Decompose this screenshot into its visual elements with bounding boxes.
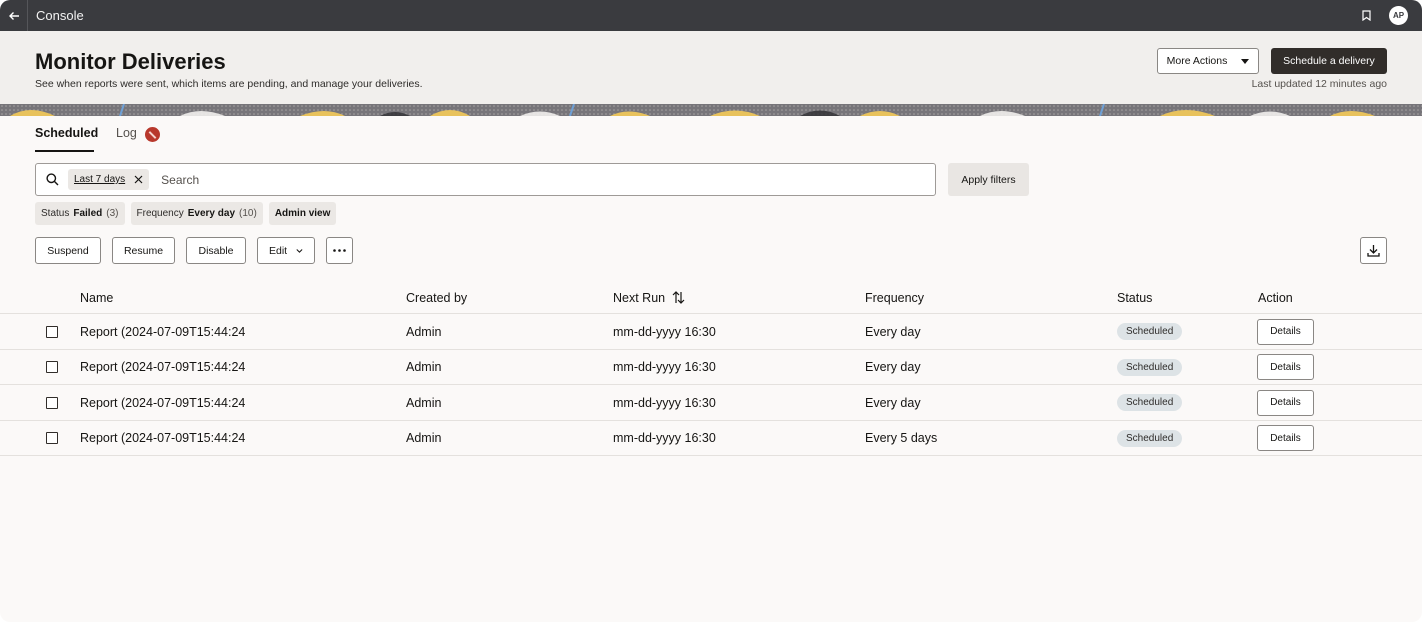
pill-key: Status: [41, 208, 70, 219]
edit-label: Edit: [269, 244, 288, 257]
column-label: Created by: [406, 290, 468, 305]
disable-button[interactable]: Disable: [186, 237, 246, 264]
cell-frequency: Every day: [865, 324, 921, 339]
cell-frequency: Every day: [865, 360, 921, 374]
cell-name: Report (2024-07-09T15:44:24: [80, 431, 246, 445]
tab-scheduled[interactable]: Scheduled: [35, 126, 98, 152]
cell-created-by: Admin: [406, 360, 442, 374]
status-badge: Scheduled: [1117, 394, 1183, 411]
more-actions-button[interactable]: More Actions: [1157, 48, 1259, 74]
table-row: Report (2024-07-09T15:44:24 Admin mm-dd-…: [0, 314, 1422, 350]
schedule-delivery-button[interactable]: Schedule a delivery: [1271, 48, 1387, 74]
status-badge: Scheduled: [1117, 429, 1183, 447]
column-header-name[interactable]: Name: [80, 291, 113, 305]
pill-value: Failed: [73, 208, 103, 219]
details-button[interactable]: Details: [1257, 354, 1314, 380]
row-checkbox[interactable]: [46, 396, 58, 409]
cell-name: Report (2024-07-09T15:44:24: [80, 360, 246, 374]
date-filter-label: Last 7 days: [74, 174, 126, 185]
pill-value: Admin view: [274, 208, 331, 219]
details-button[interactable]: Details: [1257, 318, 1314, 345]
cell-next-run: mm-dd-yyyy 16:30: [613, 324, 716, 339]
column-label: Action: [1258, 290, 1293, 305]
search-box[interactable]: Last 7 days: [35, 163, 936, 196]
cell-frequency: Every 5 days: [865, 431, 938, 445]
more-options-button[interactable]: [326, 237, 353, 264]
caret-down-icon: [1241, 58, 1250, 64]
cell-name: Report (2024-07-09T15:44:24: [80, 324, 246, 339]
column-header-action: Action: [1258, 291, 1293, 305]
back-button[interactable]: [0, 0, 28, 31]
column-header-status[interactable]: Status: [1117, 291, 1152, 305]
pill-value: Every day: [187, 208, 236, 219]
deliveries-table: Name Created by Next Run Frequency Statu…: [0, 282, 1422, 456]
row-checkbox[interactable]: [46, 361, 58, 373]
page-title: Monitor Deliveries: [35, 49, 226, 74]
avatar[interactable]: AP: [1389, 6, 1408, 25]
search-input[interactable]: [161, 172, 935, 187]
ellipsis-icon: [333, 249, 346, 252]
cell-created-by: Admin: [406, 431, 442, 445]
status-badge: Scheduled: [1117, 323, 1183, 340]
table-row: Report (2024-07-09T15:44:24 Admin mm-dd-…: [0, 385, 1422, 421]
edit-button[interactable]: Edit: [257, 237, 315, 264]
tab-bar: Scheduled Log: [35, 126, 160, 152]
top-bar: Console AP: [0, 0, 1422, 31]
cell-created-by: Admin: [406, 395, 442, 410]
close-icon[interactable]: [134, 175, 143, 184]
row-checkbox[interactable]: [46, 325, 58, 338]
search-icon: [45, 173, 58, 186]
row-checkbox[interactable]: [46, 432, 58, 444]
more-actions-label: More Actions: [1166, 55, 1228, 67]
cell-next-run: mm-dd-yyyy 16:30: [613, 395, 716, 410]
chevron-down-icon: [296, 248, 303, 253]
bookmark-icon[interactable]: [1362, 10, 1371, 21]
table-row: Report (2024-07-09T15:44:24 Admin mm-dd-…: [0, 421, 1422, 456]
page-subtitle: See when reports were sent, which items …: [35, 78, 423, 90]
download-button[interactable]: [1360, 237, 1387, 264]
admin-view-pill[interactable]: Admin view: [268, 202, 337, 225]
app-frame: Console AP Monitor Deliveries See when r…: [0, 0, 1422, 622]
sort-icon[interactable]: [672, 291, 685, 304]
details-button[interactable]: Details: [1257, 425, 1314, 451]
status-filter-pill[interactable]: Status Failed (3): [35, 202, 125, 225]
cell-next-run: mm-dd-yyyy 16:30: [613, 431, 716, 445]
pill-count: (10): [239, 208, 257, 219]
date-filter-chip[interactable]: Last 7 days: [68, 169, 150, 190]
cell-frequency: Every day: [865, 395, 921, 410]
last-updated-text: Last updated 12 minutes ago: [1251, 78, 1387, 90]
pill-count: (3): [106, 208, 119, 219]
app-title: Console: [36, 8, 84, 23]
tab-scheduled-label: Scheduled: [35, 126, 99, 140]
cell-next-run: mm-dd-yyyy 16:30: [613, 360, 716, 374]
suspend-button[interactable]: Suspend: [35, 237, 101, 264]
column-header-frequency[interactable]: Frequency: [865, 291, 924, 305]
details-button[interactable]: Details: [1257, 389, 1314, 416]
column-header-next-run[interactable]: Next Run: [613, 291, 685, 305]
page-header: Monitor Deliveries See when reports were…: [0, 31, 1422, 116]
column-label: Next Run: [613, 290, 666, 305]
table-header: Name Created by Next Run Frequency Statu…: [0, 282, 1422, 314]
column-header-created-by[interactable]: Created by: [406, 291, 467, 305]
status-badge: Scheduled: [1117, 358, 1183, 376]
pill-key: Frequency: [136, 208, 184, 219]
arrow-left-icon: [8, 11, 19, 20]
download-icon: [1367, 245, 1380, 257]
column-label: Status: [1117, 290, 1153, 305]
tab-log-label: Log: [116, 126, 137, 140]
table-toolbar: Suspend Resume Disable Edit: [35, 237, 353, 265]
column-label: Frequency: [865, 290, 925, 305]
apply-filters-button[interactable]: Apply filters: [948, 163, 1029, 196]
column-label: Name: [80, 290, 114, 305]
resume-button[interactable]: Resume: [112, 237, 175, 264]
active-filters: Status Failed (3) Frequency Every day (1…: [35, 202, 337, 225]
header-decorative-pattern: [0, 104, 1422, 116]
frequency-filter-pill[interactable]: Frequency Every day (10): [130, 202, 263, 225]
tab-log[interactable]: Log: [116, 126, 160, 152]
table-row: Report (2024-07-09T15:44:24 Admin mm-dd-…: [0, 350, 1422, 385]
cell-created-by: Admin: [406, 324, 442, 339]
error-badge-icon: [144, 127, 160, 142]
cell-name: Report (2024-07-09T15:44:24: [80, 395, 246, 410]
